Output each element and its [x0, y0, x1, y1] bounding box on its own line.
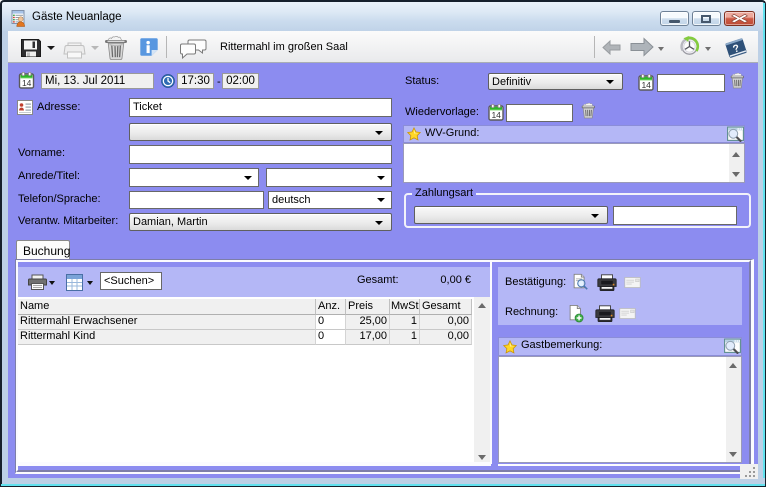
svg-text:14: 14	[491, 110, 501, 120]
svg-text:14: 14	[22, 78, 32, 88]
svg-text:14: 14	[641, 80, 651, 90]
